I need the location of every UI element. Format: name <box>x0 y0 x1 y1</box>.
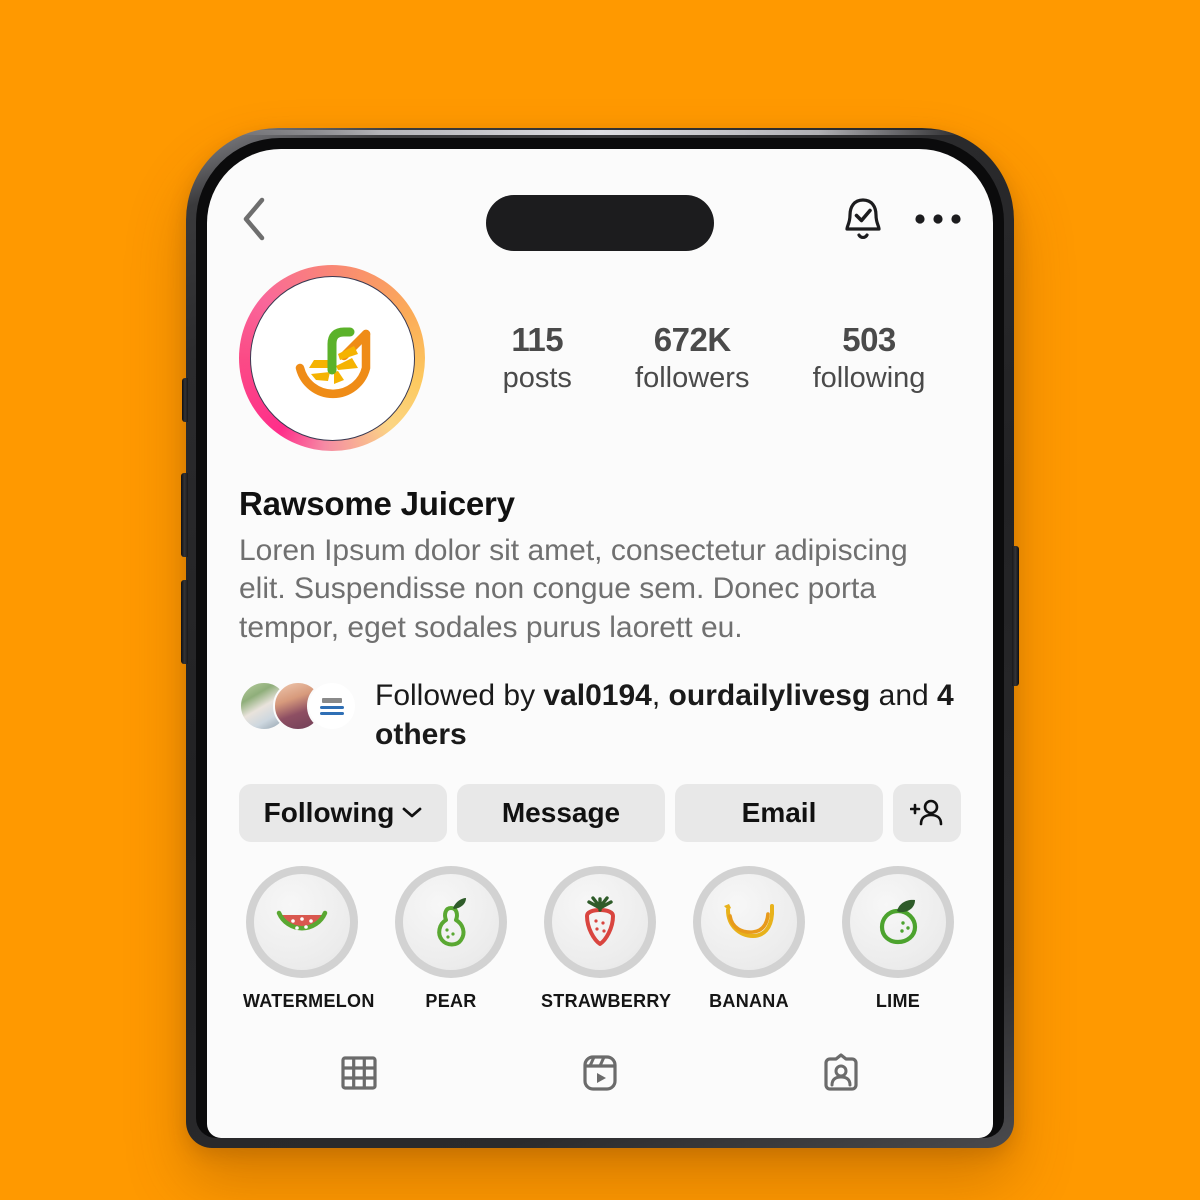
stats-row: 115 posts 672K followers 503 following <box>425 319 961 398</box>
action-buttons-row: Following Message Email <box>239 783 961 842</box>
highlight-label: BANANA <box>709 990 789 1011</box>
followed-by-user-2[interactable]: ourdailylivesg <box>669 679 871 712</box>
followed-by-text: Followed by val0194, ourdailylivesg and … <box>375 677 961 754</box>
highlight-label: STRAWBERRY <box>541 990 672 1011</box>
highlight-watermelon[interactable]: WATERMELON <box>243 865 375 1012</box>
phone-screen: 115 posts 672K followers 503 following R… <box>207 149 993 1138</box>
stat-following-label: following <box>812 361 926 394</box>
followed-by-middle: and <box>870 679 938 713</box>
phone-frame: 115 posts 672K followers 503 following R… <box>181 128 1019 1148</box>
highlight-thumb <box>552 873 648 970</box>
reels-icon <box>583 1055 617 1091</box>
content-tab-bar <box>239 1038 961 1108</box>
bio-text: Loren Ipsum dolor sit amet, consectetur … <box>239 534 908 644</box>
highlight-thumb <box>701 873 797 970</box>
highlight-ring <box>544 865 656 978</box>
highlight-lime[interactable]: LIME <box>839 865 957 1012</box>
page-title: Rawsome Juicery <box>239 485 515 522</box>
more-options-icon[interactable] <box>915 212 961 226</box>
avatar[interactable] <box>249 275 415 441</box>
stat-followers-label: followers <box>635 361 750 394</box>
highlight-ring <box>246 865 358 978</box>
grid-icon <box>341 1056 377 1090</box>
stat-posts-value: 115 <box>511 320 564 358</box>
highlight-label: PEAR <box>425 990 477 1011</box>
grid-tab[interactable] <box>239 1038 480 1108</box>
following-button[interactable]: Following <box>239 783 447 842</box>
message-button-label: Message <box>501 796 621 828</box>
tagged-icon <box>824 1053 858 1091</box>
stat-posts-label: posts <box>502 361 572 394</box>
add-user-button[interactable] <box>893 783 961 842</box>
bio-block: Rawsome Juicery Loren Ipsum dolor sit am… <box>239 485 961 647</box>
tagged-tab[interactable] <box>720 1038 961 1108</box>
avatar-story-ring[interactable] <box>239 265 425 451</box>
stat-followers-value: 672K <box>653 320 731 358</box>
story-highlights-row: WATERMELON PEAR STRAWBERRY BANANA LIME <box>239 865 961 1012</box>
stat-following-value: 503 <box>842 320 896 358</box>
followed-by-prefix: Followed by <box>375 679 544 713</box>
profile-header: 115 posts 672K followers 503 following <box>239 265 961 451</box>
pear-icon <box>437 897 466 947</box>
banana-icon <box>724 903 774 938</box>
highlight-thumb <box>254 873 350 970</box>
highlight-banana[interactable]: BANANA <box>690 865 808 1012</box>
highlight-strawberry[interactable]: STRAWBERRY <box>541 865 672 1012</box>
highlight-thumb <box>850 873 946 970</box>
followed-by[interactable]: Followed by val0194, ourdailylivesg and … <box>239 677 961 754</box>
stat-followers[interactable]: 672K followers <box>635 319 749 398</box>
volume-up-button[interactable] <box>181 473 188 557</box>
instagram-profile-screen: 115 posts 672K followers 503 following R… <box>207 149 993 1138</box>
email-button[interactable]: Email <box>675 783 883 842</box>
following-button-label: Following <box>263 796 395 828</box>
followed-by-separator: , <box>651 679 669 713</box>
orange-slice-juice-logo-icon <box>295 327 371 398</box>
highlight-pear[interactable]: PEAR <box>392 865 510 1012</box>
highlight-label: WATERMELON <box>243 990 375 1011</box>
back-chevron-icon[interactable] <box>239 195 269 243</box>
nav-right-actions <box>841 195 961 243</box>
strawberry-icon <box>585 896 615 946</box>
chevron-down-icon <box>402 808 422 818</box>
bell-check-icon[interactable] <box>841 195 885 243</box>
highlight-label: LIME <box>875 990 921 1011</box>
followed-by-user-1[interactable]: val0194 <box>543 679 651 712</box>
highlight-thumb <box>403 873 499 970</box>
highlight-ring <box>395 865 507 978</box>
silent-switch-button[interactable] <box>182 378 188 422</box>
stat-following[interactable]: 503 following <box>813 319 926 398</box>
reels-tab[interactable] <box>480 1038 721 1108</box>
volume-down-button[interactable] <box>181 580 188 664</box>
watermelon-icon <box>276 910 328 931</box>
facepile <box>239 681 357 732</box>
add-user-icon <box>910 799 943 826</box>
message-button[interactable]: Message <box>457 783 665 842</box>
stat-posts[interactable]: 115 posts <box>503 319 572 398</box>
power-button[interactable] <box>1012 546 1019 686</box>
highlight-ring <box>842 865 954 978</box>
highlight-ring <box>693 865 805 978</box>
dynamic-island <box>486 195 714 251</box>
email-button-label: Email <box>741 796 817 828</box>
lime-icon <box>879 899 918 945</box>
facepile-avatar <box>307 681 357 732</box>
